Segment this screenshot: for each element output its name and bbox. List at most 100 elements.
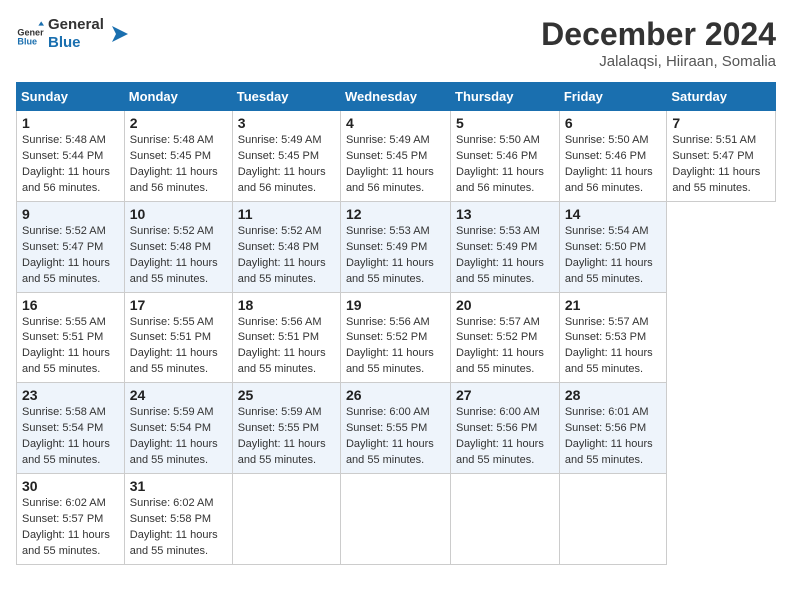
calendar-cell	[451, 474, 560, 565]
calendar-cell: 24 Sunrise: 5:59 AMSunset: 5:54 PMDayligh…	[124, 383, 232, 474]
day-detail: Sunrise: 5:48 AMSunset: 5:44 PMDaylight:…	[22, 133, 119, 197]
calendar-week-row: 30Sunrise: 6:02 AMSunset: 5:57 PMDayligh…	[17, 474, 776, 565]
column-header-monday: Monday	[124, 83, 232, 111]
column-header-tuesday: Tuesday	[232, 83, 340, 111]
calendar-cell: 27Sunrise: 6:00 AMSunset: 5:56 PMDayligh…	[451, 383, 560, 474]
logo-icon: General Blue	[16, 20, 44, 48]
column-header-friday: Friday	[559, 83, 667, 111]
column-header-wednesday: Wednesday	[340, 83, 450, 111]
title-section: December 2024 Jalalaqsi, Hiiraan, Somali…	[541, 16, 776, 70]
svg-text:Blue: Blue	[17, 36, 37, 46]
day-detail: Sunrise: 5:53 AMSunset: 5:49 PMDaylight:…	[456, 224, 554, 288]
day-number: 4	[346, 115, 445, 131]
day-detail: Sunrise: 5:52 AMSunset: 5:48 PMDaylight:…	[130, 224, 227, 288]
calendar-cell: 9 Sunrise: 5:52 AMSunset: 5:47 PMDaylight…	[17, 201, 125, 292]
calendar-cell: 1 Sunrise: 5:48 AMSunset: 5:44 PMDaylight…	[17, 111, 125, 202]
day-detail: Sunrise: 5:51 AMSunset: 5:47 PMDaylight:…	[672, 133, 770, 197]
day-detail: Sunrise: 6:02 AMSunset: 5:58 PMDaylight:…	[130, 496, 227, 560]
day-detail: Sunrise: 6:01 AMSunset: 5:56 PMDaylight:…	[565, 405, 662, 469]
calendar-cell: 4 Sunrise: 5:49 AMSunset: 5:45 PMDaylight…	[340, 111, 450, 202]
calendar-cell: 12 Sunrise: 5:53 AMSunset: 5:49 PMDayligh…	[340, 201, 450, 292]
day-number: 7	[672, 115, 770, 131]
day-number: 21	[565, 297, 662, 313]
day-number: 9	[22, 206, 119, 222]
column-header-sunday: Sunday	[17, 83, 125, 111]
location: Jalalaqsi, Hiiraan, Somalia	[541, 53, 776, 70]
calendar-cell: 25 Sunrise: 5:59 AMSunset: 5:55 PMDayligh…	[232, 383, 340, 474]
day-detail: Sunrise: 5:57 AMSunset: 5:52 PMDaylight:…	[456, 315, 554, 379]
calendar-cell: 30Sunrise: 6:02 AMSunset: 5:57 PMDayligh…	[17, 474, 125, 565]
day-detail: Sunrise: 5:50 AMSunset: 5:46 PMDaylight:…	[456, 133, 554, 197]
calendar-cell: 6Sunrise: 5:50 AMSunset: 5:46 PMDaylight…	[559, 111, 667, 202]
calendar-header-row: SundayMondayTuesdayWednesdayThursdayFrid…	[17, 83, 776, 111]
day-detail: Sunrise: 5:54 AMSunset: 5:50 PMDaylight:…	[565, 224, 662, 288]
day-number: 2	[130, 115, 227, 131]
day-number: 28	[565, 387, 662, 403]
day-number: 23	[22, 387, 119, 403]
day-number: 6	[565, 115, 662, 131]
calendar-cell	[559, 474, 667, 565]
day-number: 25	[238, 387, 335, 403]
day-detail: Sunrise: 5:49 AMSunset: 5:45 PMDaylight:…	[238, 133, 335, 197]
calendar-cell: 21 Sunrise: 5:57 AMSunset: 5:53 PMDayligh…	[559, 292, 667, 383]
calendar-cell	[340, 474, 450, 565]
calendar-cell: 26 Sunrise: 6:00 AMSunset: 5:55 PMDayligh…	[340, 383, 450, 474]
calendar-week-row: 9 Sunrise: 5:52 AMSunset: 5:47 PMDaylight…	[17, 201, 776, 292]
calendar-cell: 31 Sunrise: 6:02 AMSunset: 5:58 PMDayligh…	[124, 474, 232, 565]
day-detail: Sunrise: 5:53 AMSunset: 5:49 PMDaylight:…	[346, 224, 445, 288]
day-number: 11	[238, 206, 335, 222]
day-number: 19	[346, 297, 445, 313]
calendar-cell: 2 Sunrise: 5:48 AMSunset: 5:45 PMDaylight…	[124, 111, 232, 202]
day-detail: Sunrise: 5:58 AMSunset: 5:54 PMDaylight:…	[22, 405, 119, 469]
calendar-cell: 16 Sunrise: 5:55 AMSunset: 5:51 PMDayligh…	[17, 292, 125, 383]
day-number: 12	[346, 206, 445, 222]
day-number: 26	[346, 387, 445, 403]
day-detail: Sunrise: 5:59 AMSunset: 5:55 PMDaylight:…	[238, 405, 335, 469]
day-detail: Sunrise: 5:57 AMSunset: 5:53 PMDaylight:…	[565, 315, 662, 379]
calendar-table: SundayMondayTuesdayWednesdayThursdayFrid…	[16, 82, 776, 565]
day-number: 20	[456, 297, 554, 313]
day-number: 3	[238, 115, 335, 131]
calendar-cell: 3 Sunrise: 5:49 AMSunset: 5:45 PMDaylight…	[232, 111, 340, 202]
day-detail: Sunrise: 5:49 AMSunset: 5:45 PMDaylight:…	[346, 133, 445, 197]
day-number: 27	[456, 387, 554, 403]
calendar-cell: 23 Sunrise: 5:58 AMSunset: 5:54 PMDayligh…	[17, 383, 125, 474]
logo-arrow-icon	[108, 24, 128, 44]
calendar-cell: 19 Sunrise: 5:56 AMSunset: 5:52 PMDayligh…	[340, 292, 450, 383]
page-header: General Blue General Blue December 2024 …	[16, 16, 776, 70]
day-number: 1	[22, 115, 119, 131]
day-number: 16	[22, 297, 119, 313]
day-number: 17	[130, 297, 227, 313]
calendar-week-row: 16 Sunrise: 5:55 AMSunset: 5:51 PMDayligh…	[17, 292, 776, 383]
calendar-week-row: 1 Sunrise: 5:48 AMSunset: 5:44 PMDaylight…	[17, 111, 776, 202]
day-detail: Sunrise: 5:48 AMSunset: 5:45 PMDaylight:…	[130, 133, 227, 197]
calendar-cell: 18 Sunrise: 5:56 AMSunset: 5:51 PMDayligh…	[232, 292, 340, 383]
day-detail: Sunrise: 5:52 AMSunset: 5:48 PMDaylight:…	[238, 224, 335, 288]
day-detail: Sunrise: 5:59 AMSunset: 5:54 PMDaylight:…	[130, 405, 227, 469]
column-header-saturday: Saturday	[667, 83, 776, 111]
day-detail: Sunrise: 5:55 AMSunset: 5:51 PMDaylight:…	[22, 315, 119, 379]
calendar-cell: 11 Sunrise: 5:52 AMSunset: 5:48 PMDayligh…	[232, 201, 340, 292]
day-detail: Sunrise: 5:56 AMSunset: 5:52 PMDaylight:…	[346, 315, 445, 379]
day-number: 10	[130, 206, 227, 222]
day-detail: Sunrise: 6:00 AMSunset: 5:55 PMDaylight:…	[346, 405, 445, 469]
month-title: December 2024	[541, 16, 776, 53]
calendar-cell: 17 Sunrise: 5:55 AMSunset: 5:51 PMDayligh…	[124, 292, 232, 383]
calendar-body: 1 Sunrise: 5:48 AMSunset: 5:44 PMDaylight…	[17, 111, 776, 565]
day-number: 24	[130, 387, 227, 403]
day-number: 14	[565, 206, 662, 222]
calendar-cell: 28 Sunrise: 6:01 AMSunset: 5:56 PMDayligh…	[559, 383, 667, 474]
calendar-week-row: 23 Sunrise: 5:58 AMSunset: 5:54 PMDayligh…	[17, 383, 776, 474]
day-detail: Sunrise: 5:52 AMSunset: 5:47 PMDaylight:…	[22, 224, 119, 288]
calendar-cell	[232, 474, 340, 565]
day-number: 31	[130, 478, 227, 494]
day-detail: Sunrise: 5:56 AMSunset: 5:51 PMDaylight:…	[238, 315, 335, 379]
day-number: 13	[456, 206, 554, 222]
calendar-cell: 10 Sunrise: 5:52 AMSunset: 5:48 PMDayligh…	[124, 201, 232, 292]
day-detail: Sunrise: 5:55 AMSunset: 5:51 PMDaylight:…	[130, 315, 227, 379]
logo: General Blue General Blue	[16, 16, 128, 51]
day-number: 30	[22, 478, 119, 494]
day-number: 18	[238, 297, 335, 313]
day-number: 5	[456, 115, 554, 131]
column-header-thursday: Thursday	[451, 83, 560, 111]
